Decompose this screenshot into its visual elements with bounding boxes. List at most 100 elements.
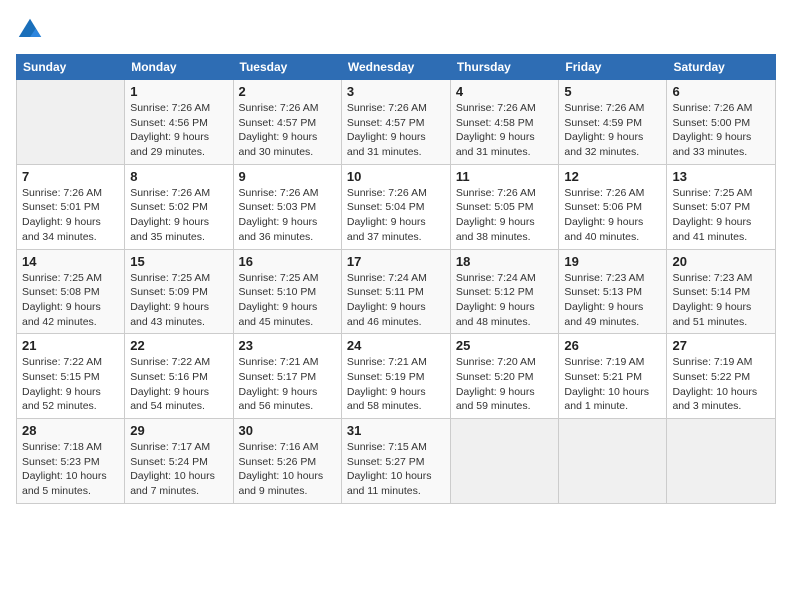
day-info: Sunrise: 7:26 AM Sunset: 5:02 PM Dayligh… [130, 186, 227, 245]
day-info: Sunrise: 7:22 AM Sunset: 5:16 PM Dayligh… [130, 355, 227, 414]
day-info: Sunrise: 7:25 AM Sunset: 5:08 PM Dayligh… [22, 271, 119, 330]
day-number: 15 [130, 254, 227, 269]
logo-icon [16, 16, 44, 44]
day-info: Sunrise: 7:19 AM Sunset: 5:21 PM Dayligh… [564, 355, 661, 414]
calendar-day-cell: 23 Sunrise: 7:21 AM Sunset: 5:17 PM Dayli… [233, 334, 341, 419]
calendar-day-cell: 5 Sunrise: 7:26 AM Sunset: 4:59 PM Daylig… [559, 80, 667, 165]
day-info: Sunrise: 7:18 AM Sunset: 5:23 PM Dayligh… [22, 440, 119, 499]
day-info: Sunrise: 7:26 AM Sunset: 5:01 PM Dayligh… [22, 186, 119, 245]
calendar-day-cell: 19Sunrise: 7:23 AM Sunset: 5:13 PM Dayli… [559, 249, 667, 334]
day-number: 10 [347, 169, 445, 184]
calendar-day-cell: 21 Sunrise: 7:22 AM Sunset: 5:15 PM Dayli… [17, 334, 125, 419]
day-info: Sunrise: 7:20 AM Sunset: 5:20 PM Dayligh… [456, 355, 554, 414]
day-number: 8 [130, 169, 227, 184]
calendar-day-cell [667, 419, 776, 504]
day-info: Sunrise: 7:25 AM Sunset: 5:09 PM Dayligh… [130, 271, 227, 330]
day-number: 28 [22, 423, 119, 438]
day-of-week-header: Thursday [450, 55, 559, 80]
day-number: 21 [22, 338, 119, 353]
day-number: 6 [672, 84, 770, 99]
calendar-week-row: 21 Sunrise: 7:22 AM Sunset: 5:15 PM Dayli… [17, 334, 776, 419]
day-info: Sunrise: 7:24 AM Sunset: 5:12 PM Dayligh… [456, 271, 554, 330]
day-info: Sunrise: 7:21 AM Sunset: 5:19 PM Dayligh… [347, 355, 445, 414]
calendar-day-cell: 22 Sunrise: 7:22 AM Sunset: 5:16 PM Dayli… [125, 334, 233, 419]
day-info: Sunrise: 7:26 AM Sunset: 4:56 PM Dayligh… [130, 101, 227, 160]
day-info: Sunrise: 7:17 AM Sunset: 5:24 PM Dayligh… [130, 440, 227, 499]
day-info: Sunrise: 7:21 AM Sunset: 5:17 PM Dayligh… [239, 355, 336, 414]
day-of-week-header: Sunday [17, 55, 125, 80]
calendar-day-cell: 15 Sunrise: 7:25 AM Sunset: 5:09 PM Dayli… [125, 249, 233, 334]
day-info: Sunrise: 7:19 AM Sunset: 5:22 PM Dayligh… [672, 355, 770, 414]
calendar-day-cell: 24 Sunrise: 7:21 AM Sunset: 5:19 PM Dayli… [341, 334, 450, 419]
calendar-day-cell: 6 Sunrise: 7:26 AM Sunset: 5:00 PM Daylig… [667, 80, 776, 165]
day-number: 1 [130, 84, 227, 99]
day-of-week-header: Tuesday [233, 55, 341, 80]
calendar-day-cell: 11 Sunrise: 7:26 AM Sunset: 5:05 PM Dayli… [450, 164, 559, 249]
calendar-day-cell: 14 Sunrise: 7:25 AM Sunset: 5:08 PM Dayli… [17, 249, 125, 334]
header [16, 16, 776, 44]
calendar-week-row: 1 Sunrise: 7:26 AM Sunset: 4:56 PM Daylig… [17, 80, 776, 165]
day-number: 20 [672, 254, 770, 269]
day-number: 7 [22, 169, 119, 184]
calendar-day-cell: 31 Sunrise: 7:15 AM Sunset: 5:27 PM Dayli… [341, 419, 450, 504]
day-number: 24 [347, 338, 445, 353]
calendar-day-cell: 16Sunrise: 7:25 AM Sunset: 5:10 PM Dayli… [233, 249, 341, 334]
day-info: Sunrise: 7:26 AM Sunset: 5:03 PM Dayligh… [239, 186, 336, 245]
day-info: Sunrise: 7:22 AM Sunset: 5:15 PM Dayligh… [22, 355, 119, 414]
day-number: 9 [239, 169, 336, 184]
day-of-week-header: Friday [559, 55, 667, 80]
calendar-day-cell: 3 Sunrise: 7:26 AM Sunset: 4:57 PM Daylig… [341, 80, 450, 165]
day-number: 11 [456, 169, 554, 184]
calendar-week-row: 7 Sunrise: 7:26 AM Sunset: 5:01 PM Daylig… [17, 164, 776, 249]
day-info: Sunrise: 7:16 AM Sunset: 5:26 PM Dayligh… [239, 440, 336, 499]
day-info: Sunrise: 7:26 AM Sunset: 5:00 PM Dayligh… [672, 101, 770, 160]
day-number: 17 [347, 254, 445, 269]
day-number: 30 [239, 423, 336, 438]
day-info: Sunrise: 7:26 AM Sunset: 4:59 PM Dayligh… [564, 101, 661, 160]
calendar-day-cell: 10 Sunrise: 7:26 AM Sunset: 5:04 PM Dayli… [341, 164, 450, 249]
calendar-day-cell: 9 Sunrise: 7:26 AM Sunset: 5:03 PM Daylig… [233, 164, 341, 249]
day-number: 26 [564, 338, 661, 353]
day-number: 12 [564, 169, 661, 184]
day-number: 29 [130, 423, 227, 438]
day-number: 5 [564, 84, 661, 99]
day-number: 23 [239, 338, 336, 353]
day-of-week-header: Monday [125, 55, 233, 80]
day-number: 19 [564, 254, 661, 269]
calendar-day-cell: 2Sunrise: 7:26 AM Sunset: 4:57 PM Daylig… [233, 80, 341, 165]
day-number: 13 [672, 169, 770, 184]
calendar-day-cell: 1 Sunrise: 7:26 AM Sunset: 4:56 PM Daylig… [125, 80, 233, 165]
day-number: 25 [456, 338, 554, 353]
day-number: 16 [239, 254, 336, 269]
day-info: Sunrise: 7:15 AM Sunset: 5:27 PM Dayligh… [347, 440, 445, 499]
calendar-day-cell: 27Sunrise: 7:19 AM Sunset: 5:22 PM Dayli… [667, 334, 776, 419]
logo [16, 16, 48, 44]
calendar-day-cell [450, 419, 559, 504]
calendar-day-cell [559, 419, 667, 504]
day-number: 14 [22, 254, 119, 269]
calendar-day-cell: 18Sunrise: 7:24 AM Sunset: 5:12 PM Dayli… [450, 249, 559, 334]
calendar-day-cell: 13 Sunrise: 7:25 AM Sunset: 5:07 PM Dayli… [667, 164, 776, 249]
day-of-week-header: Wednesday [341, 55, 450, 80]
day-number: 4 [456, 84, 554, 99]
calendar-day-cell: 8 Sunrise: 7:26 AM Sunset: 5:02 PM Daylig… [125, 164, 233, 249]
day-number: 31 [347, 423, 445, 438]
day-info: Sunrise: 7:26 AM Sunset: 4:57 PM Dayligh… [239, 101, 336, 160]
calendar-day-cell: 20Sunrise: 7:23 AM Sunset: 5:14 PM Dayli… [667, 249, 776, 334]
day-number: 22 [130, 338, 227, 353]
day-info: Sunrise: 7:25 AM Sunset: 5:07 PM Dayligh… [672, 186, 770, 245]
calendar-day-cell: 25 Sunrise: 7:20 AM Sunset: 5:20 PM Dayli… [450, 334, 559, 419]
calendar-day-cell: 26 Sunrise: 7:19 AM Sunset: 5:21 PM Dayli… [559, 334, 667, 419]
calendar-day-cell: 4 Sunrise: 7:26 AM Sunset: 4:58 PM Daylig… [450, 80, 559, 165]
calendar-day-cell [17, 80, 125, 165]
day-info: Sunrise: 7:26 AM Sunset: 5:04 PM Dayligh… [347, 186, 445, 245]
calendar-day-cell: 29 Sunrise: 7:17 AM Sunset: 5:24 PM Dayli… [125, 419, 233, 504]
calendar-header-row: SundayMondayTuesdayWednesdayThursdayFrid… [17, 55, 776, 80]
day-info: Sunrise: 7:26 AM Sunset: 5:05 PM Dayligh… [456, 186, 554, 245]
calendar-week-row: 14 Sunrise: 7:25 AM Sunset: 5:08 PM Dayli… [17, 249, 776, 334]
calendar-table: SundayMondayTuesdayWednesdayThursdayFrid… [16, 54, 776, 504]
day-number: 3 [347, 84, 445, 99]
day-info: Sunrise: 7:26 AM Sunset: 4:58 PM Dayligh… [456, 101, 554, 160]
day-info: Sunrise: 7:26 AM Sunset: 4:57 PM Dayligh… [347, 101, 445, 160]
calendar-day-cell: 12Sunrise: 7:26 AM Sunset: 5:06 PM Dayli… [559, 164, 667, 249]
